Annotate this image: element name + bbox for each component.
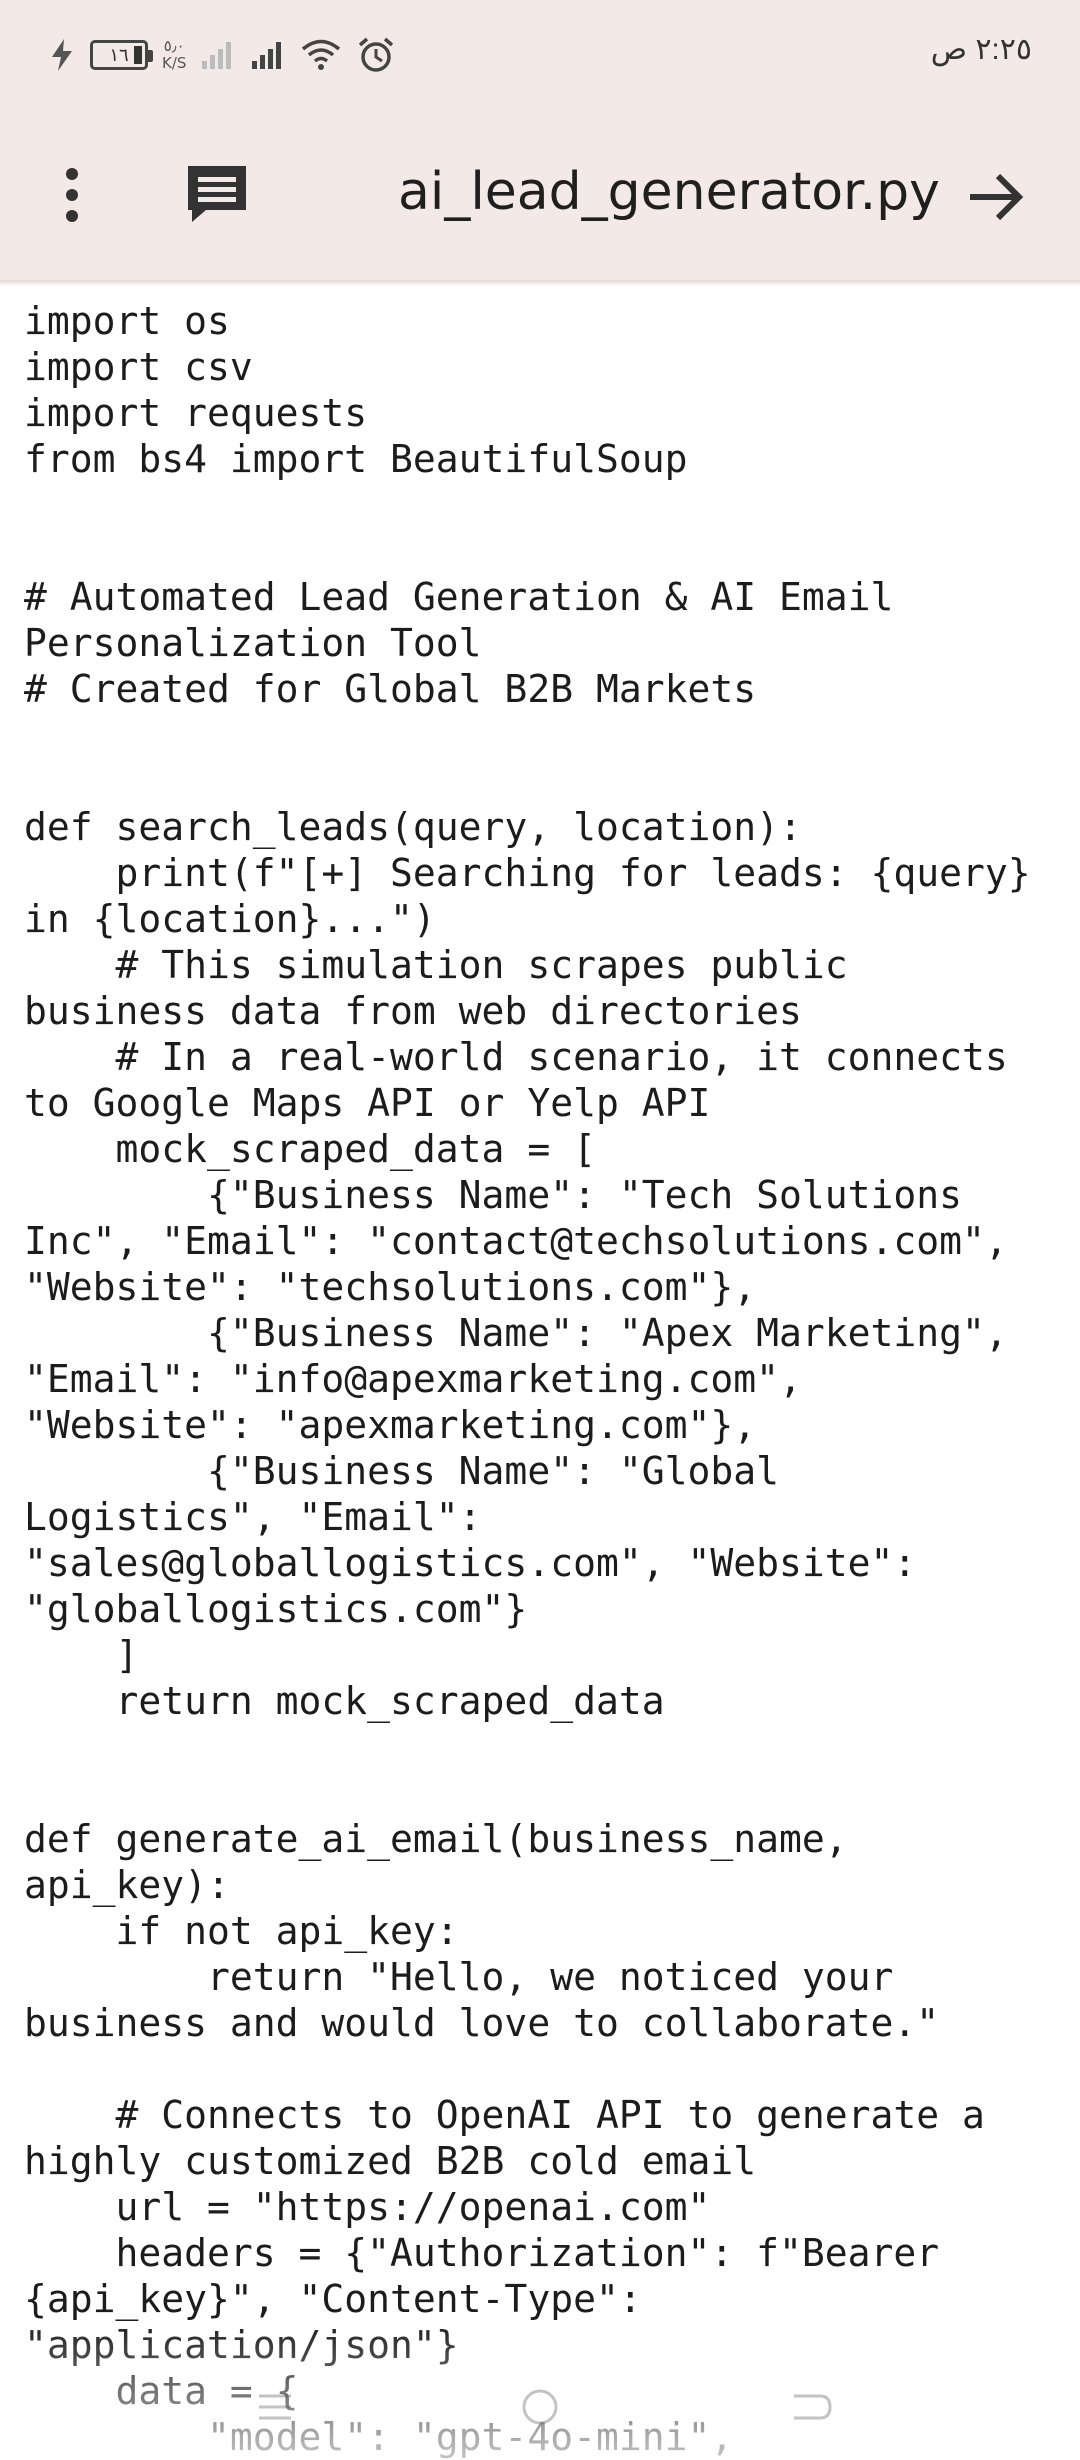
code-line: "globallogistics.com"} xyxy=(24,1587,528,1631)
navigation-bar xyxy=(0,2360,1080,2460)
app-bar: ai_lead_generator.py xyxy=(0,110,1080,280)
signal-strong-icon xyxy=(252,42,282,69)
code-line: def generate_ai_email(business_name, xyxy=(24,1817,848,1861)
more-options-button[interactable] xyxy=(42,160,102,230)
more-vert-icon xyxy=(66,168,78,222)
charging-bolt-icon xyxy=(52,39,72,71)
code-line: ] xyxy=(24,1633,139,1677)
code-line: to Google Maps API or Yelp API xyxy=(24,1081,711,1125)
wifi-icon xyxy=(302,39,341,70)
battery-icon: ١٦ xyxy=(90,40,153,70)
code-line: # In a real-world scenario, it connects xyxy=(24,1035,1008,1079)
code-line: business data from web directories xyxy=(24,989,802,1033)
code-line: Logistics", "Email": xyxy=(24,1495,482,1539)
code-line: print(f"[+] Searching for leads: {query} xyxy=(24,851,1031,895)
status-bar: ١٦ ٥٫٠ K/S ٢:٢٥ ص xyxy=(0,0,1080,110)
code-line: "Website": "techsolutions.com"}, xyxy=(24,1265,757,1309)
status-icons: ١٦ ٥٫٠ K/S xyxy=(48,30,396,80)
code-line: # Connects to OpenAI API to generate a xyxy=(24,2093,985,2137)
code-line: "Website": "apexmarketing.com"}, xyxy=(24,1403,757,1447)
code-line: {"Business Name": "Tech Solutions xyxy=(24,1173,962,1217)
code-line: # Automated Lead Generation & AI Email xyxy=(24,575,894,619)
code-line: {"Business Name": "Global xyxy=(24,1449,779,1493)
code-line: {api_key}", "Content-Type": xyxy=(24,2277,642,2321)
code-line: in {location}...") xyxy=(24,897,436,941)
code-line: return "Hello, we noticed your xyxy=(24,1955,894,1999)
code-view: import os import csv import requests from b… xyxy=(24,298,1074,2460)
code-line: # Created for Global B2B Markets xyxy=(24,667,757,711)
code-line: mock_scraped_data = [ xyxy=(24,1127,596,1171)
code-line: import os xyxy=(24,299,230,343)
home-button[interactable] xyxy=(510,2382,570,2432)
network-speed-value: ٥٫٠ xyxy=(163,37,185,55)
forward-button[interactable] xyxy=(960,162,1030,232)
status-time: ٢:٢٥ ص xyxy=(930,33,1032,66)
code-line: Inc", "Email": "contact@techsolutions.co… xyxy=(24,1219,1008,1263)
code-line: import csv xyxy=(24,345,253,389)
comment-button[interactable] xyxy=(182,160,252,230)
home-icon xyxy=(522,2389,558,2425)
code-line: "sales@globallogistics.com", "Website": xyxy=(24,1541,917,1585)
code-line: from bs4 import BeautifulSoup xyxy=(24,437,688,481)
code-line: highly customized B2B cold email xyxy=(24,2139,757,2183)
code-line: headers = {"Authorization": f"Bearer xyxy=(24,2231,940,2275)
code-line: api_key): xyxy=(24,1863,230,1907)
code-line: import requests xyxy=(24,391,368,435)
network-speed: ٥٫٠ K/S xyxy=(162,38,186,72)
alarm-icon xyxy=(359,37,394,72)
code-line: return mock_scraped_data xyxy=(24,1679,665,1723)
code-line: if not api_key: xyxy=(24,1909,459,1953)
code-line: Personalization Tool xyxy=(24,621,482,665)
code-line: business and would love to collaborate." xyxy=(24,2001,940,2045)
back-button[interactable] xyxy=(780,2382,840,2432)
recents-button[interactable] xyxy=(245,2382,305,2432)
battery-level: ١٦ xyxy=(109,44,129,66)
comment-icon xyxy=(188,166,246,222)
code-line: def search_leads(query, location): xyxy=(24,805,802,849)
network-speed-unit: K/S xyxy=(162,54,187,72)
signal-weak-icon xyxy=(202,42,232,69)
app-bar-shadow xyxy=(0,280,1080,286)
code-line: # This simulation scrapes public xyxy=(24,943,848,987)
recents-icon xyxy=(259,2394,291,2420)
code-line: "Email": "info@apexmarketing.com", xyxy=(24,1357,802,1401)
arrow-forward-icon xyxy=(970,173,1024,221)
back-icon xyxy=(794,2394,832,2420)
code-line: url = "https://openai.com" xyxy=(24,2185,711,2229)
file-title: ai_lead_generator.py xyxy=(398,162,940,222)
code-line: {"Business Name": "Apex Marketing", xyxy=(24,1311,1008,1355)
